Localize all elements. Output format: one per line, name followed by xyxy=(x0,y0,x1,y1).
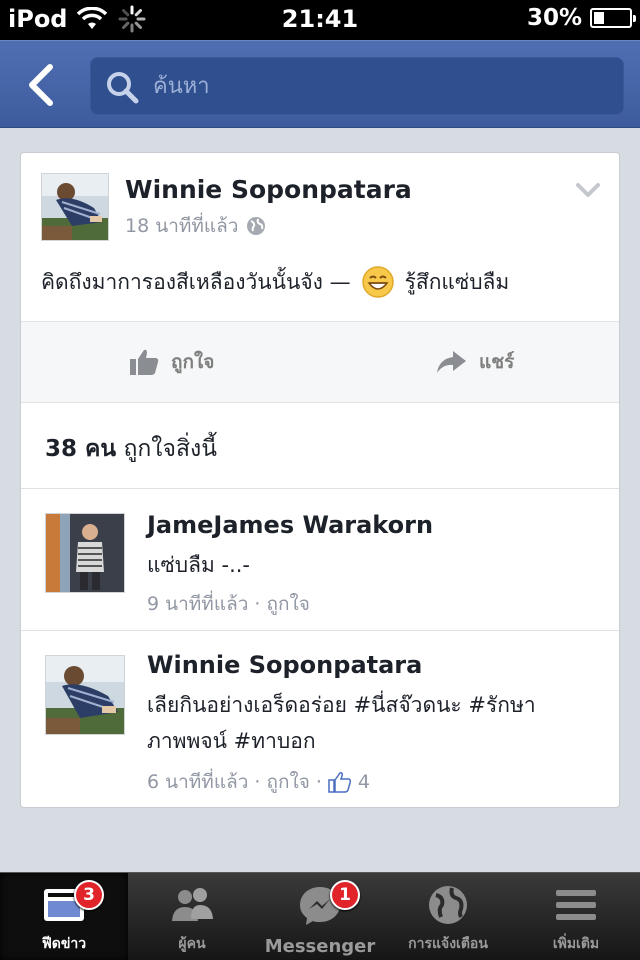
feeling-text: รู้สึกแซ่บลืม xyxy=(404,269,510,294)
comment-timestamp: 9 นาทีที่แล้ว xyxy=(147,593,249,615)
grinning-emoji-icon xyxy=(361,266,394,298)
tab-label: Messenger xyxy=(264,936,376,957)
share-button[interactable]: แชร์ xyxy=(435,322,514,402)
navigation-bar xyxy=(0,40,640,128)
avatar[interactable] xyxy=(41,173,109,241)
likes-text: 38 คน ถูกใจสิ่งนี้ xyxy=(45,431,217,467)
comment-meta: 6 นาทีที่แล้ว · ถูกใจ · 4 xyxy=(147,767,370,797)
separator-dot: · xyxy=(254,771,261,793)
comment: JameJames Warakorn แซ่บลืม -..- 9 นาทีที… xyxy=(21,489,619,631)
tab-label: ผู้คน xyxy=(178,936,206,952)
comment-author[interactable]: Winnie Soponpatara xyxy=(147,651,422,679)
separator-dot: · xyxy=(254,593,261,615)
likes-suffix: ถูกใจสิ่งนี้ xyxy=(123,436,217,462)
post-timestamp[interactable]: 18 นาทีที่แล้ว xyxy=(125,211,238,241)
post-author[interactable]: Winnie Soponpatara xyxy=(125,175,412,204)
comment-meta: 9 นาทีที่แล้ว · ถูกใจ xyxy=(147,589,310,619)
comment: Winnie Soponpatara เลียกินอย่างเอร็ดอร่อ… xyxy=(21,631,619,807)
chevron-left-icon[interactable] xyxy=(24,63,56,107)
messenger-badge: 1 xyxy=(330,880,360,910)
likes-count: 38 คน xyxy=(45,436,117,462)
tab-notifications[interactable]: การแจ้งเตือน xyxy=(384,873,512,960)
comment-avatar[interactable] xyxy=(45,655,125,735)
battery-percent: 30% xyxy=(526,5,582,31)
tab-label: เพิ่มเติม xyxy=(552,936,600,952)
tab-bar: 3 ฟีดข่าว ผู้คน 1 Messenger การแจ้งเตือน xyxy=(0,872,640,960)
like-button[interactable]: ถูกใจ xyxy=(129,322,214,402)
tab-messenger[interactable]: 1 Messenger xyxy=(256,873,384,960)
post-actions: ถูกใจ แชร์ xyxy=(21,321,619,403)
search-bar[interactable] xyxy=(90,57,624,115)
post-card: Winnie Soponpatara 18 นาทีที่แล้ว คิดถึง… xyxy=(20,152,620,808)
battery-level xyxy=(594,12,604,24)
thumbs-up-icon xyxy=(328,772,351,793)
thumbs-up-icon xyxy=(130,349,159,375)
menu-icon xyxy=(556,890,596,920)
comment-text: แซ่บลืม -..- xyxy=(147,553,251,577)
battery-icon xyxy=(590,8,636,28)
tab-people[interactable]: ผู้คน xyxy=(128,873,256,960)
news-feed-badge: 3 xyxy=(74,880,104,910)
comment-like-link[interactable]: ถูกใจ xyxy=(266,589,309,619)
share-arrow-icon xyxy=(437,351,466,373)
status-right: 30% xyxy=(526,5,636,31)
comment-like-link[interactable]: ถูกใจ xyxy=(266,767,309,797)
search-input[interactable] xyxy=(153,58,613,114)
search-icon xyxy=(107,72,139,104)
comment-author[interactable]: JameJames Warakorn xyxy=(147,511,433,539)
comment-timestamp: 6 นาทีที่แล้ว xyxy=(147,771,249,793)
like-label: ถูกใจ xyxy=(171,351,215,373)
comment-avatar[interactable] xyxy=(45,513,125,593)
people-icon xyxy=(172,888,213,921)
comment-like-count: 4 xyxy=(357,771,371,793)
tab-news-feed[interactable]: 3 ฟีดข่าว xyxy=(0,873,128,960)
separator-dot: · xyxy=(315,771,322,793)
likes-summary[interactable]: 38 คน ถูกใจสิ่งนี้ xyxy=(21,403,619,489)
chevron-down-icon[interactable] xyxy=(575,181,601,199)
share-label: แชร์ xyxy=(479,351,515,373)
globe-icon xyxy=(429,886,467,924)
post-text: คิดถึงมาการองสีเหลืองวันนั้นจัง — xyxy=(41,269,351,294)
post-meta: 18 นาทีที่แล้ว xyxy=(125,211,266,241)
comment-text: เลียกินอย่างเอร็ดอร่อย #นี่สจ๊วดนะ #รักษ… xyxy=(147,693,536,753)
globe-icon xyxy=(247,217,266,235)
post-header: Winnie Soponpatara 18 นาทีที่แล้ว xyxy=(21,153,619,249)
tab-more[interactable]: เพิ่มเติม xyxy=(512,873,640,960)
post-body: คิดถึงมาการองสีเหลืองวันนั้นจัง — รู้สึก… xyxy=(41,265,509,299)
tab-label: ฟีดข่าว xyxy=(41,936,87,952)
status-bar: iPod 21:41 30% xyxy=(0,0,640,40)
tab-label: การแจ้งเตือน xyxy=(408,936,488,952)
